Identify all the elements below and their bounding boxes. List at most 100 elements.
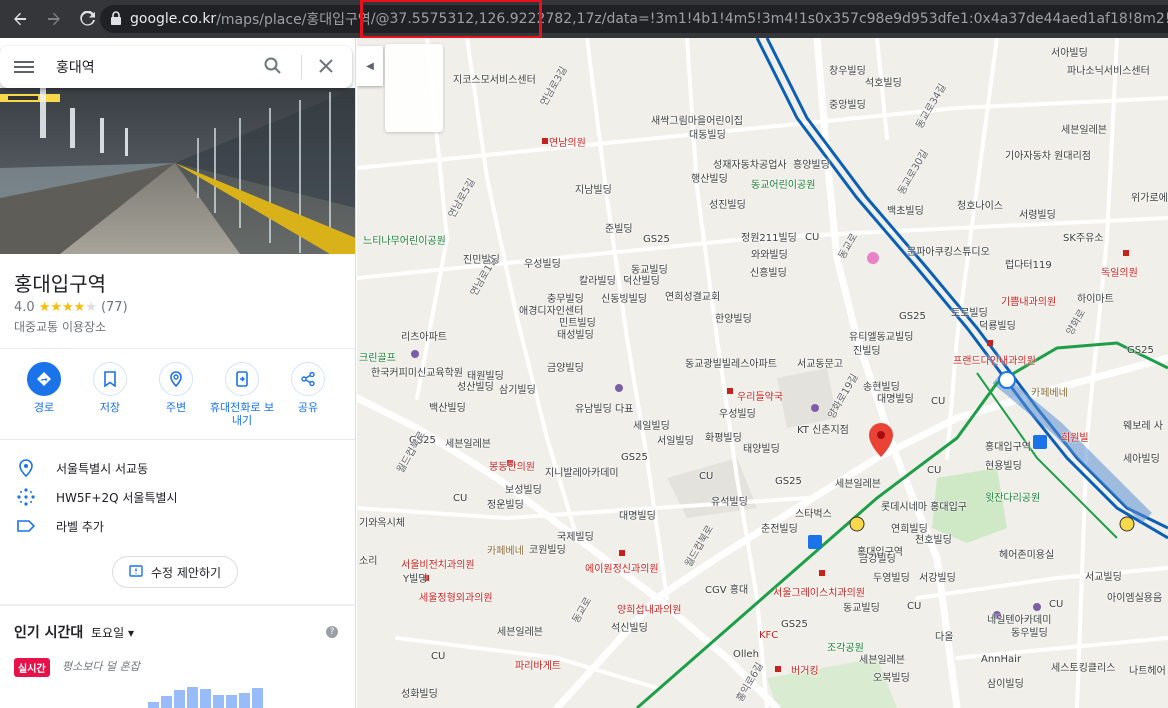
place-photo[interactable] bbox=[0, 88, 355, 254]
map-label[interactable]: 성산빌딩 bbox=[457, 378, 494, 393]
map-label[interactable]: 와와빌딩 bbox=[751, 246, 788, 261]
map-label[interactable]: 서일빌딩 bbox=[657, 432, 694, 447]
map-label[interactable]: CU bbox=[907, 601, 921, 612]
map-label[interactable]: 석신빌딩 bbox=[611, 619, 648, 634]
map-label[interactable]: 세아빌딩 bbox=[1123, 450, 1160, 465]
map-label[interactable]: 대명빌딩 bbox=[619, 507, 656, 522]
map-label[interactable]: AnnHair bbox=[981, 654, 1021, 665]
map-label[interactable]: 금강빌딩 bbox=[859, 550, 896, 565]
map-label[interactable]: 성진빌딩 bbox=[709, 196, 746, 211]
map-label[interactable]: 다올 bbox=[935, 628, 953, 643]
map-label[interactable]: 서울그레이스치과의원 bbox=[773, 584, 865, 599]
map-label[interactable]: 천호빌딩 bbox=[915, 531, 952, 546]
map-label[interactable]: 헤어존미용실 bbox=[999, 546, 1054, 561]
map-label[interactable]: 카페베네 bbox=[1031, 384, 1068, 399]
nearby-button[interactable]: 주변 bbox=[143, 362, 209, 427]
map-label[interactable]: 윗잔다리공원 bbox=[985, 489, 1040, 504]
map-label[interactable]: 유티엘동교빌딩 bbox=[849, 328, 913, 343]
map-label[interactable]: 성재자동차공업사 bbox=[713, 156, 787, 171]
map-label[interactable]: 세븐일레븐 bbox=[497, 623, 543, 638]
popular-times-bar[interactable] bbox=[226, 695, 237, 708]
map-label[interactable]: 홍대입구역 bbox=[985, 438, 1031, 453]
map-label[interactable]: 다표 bbox=[615, 400, 633, 415]
map-label[interactable]: CU bbox=[699, 471, 713, 482]
map-label[interactable]: 서아빌딩 bbox=[1051, 44, 1088, 59]
menu-icon[interactable] bbox=[14, 61, 34, 73]
day-selector[interactable]: 토요일 ▾ bbox=[91, 624, 134, 641]
map-label[interactable]: 희원빌 bbox=[1061, 429, 1089, 444]
forward-arrow-icon[interactable] bbox=[40, 5, 68, 33]
map-label[interactable]: 덕산빌딩 bbox=[623, 272, 660, 287]
address-bar[interactable]: google.co.kr/maps/place/홍대입구역/@37.557531… bbox=[100, 5, 1168, 33]
map-label[interactable]: CU bbox=[431, 651, 445, 662]
map-label[interactable]: 흥양빌딩 bbox=[793, 156, 830, 171]
map-label[interactable]: 에이원정신과의원 bbox=[585, 560, 659, 575]
pluscode-row[interactable]: HW5F+2Q 서울특별시 bbox=[0, 483, 355, 511]
map-label[interactable]: 두영빌딩 bbox=[873, 569, 910, 584]
map-label[interactable]: 동교빌딩 bbox=[843, 599, 880, 614]
map-label[interactable]: 독일의원 bbox=[1101, 264, 1138, 279]
map-label[interactable]: 준빌딩 bbox=[605, 220, 633, 235]
map-label[interactable]: 덕룡빌딩 bbox=[979, 317, 1016, 332]
map-label[interactable]: 백산빌딩 bbox=[429, 399, 466, 414]
save-button[interactable]: 저장 bbox=[77, 362, 143, 427]
map-label[interactable]: 금양빌딩 bbox=[547, 359, 584, 374]
map-label[interactable]: 하이마트 bbox=[1077, 290, 1114, 305]
map-label[interactable]: 유석빌딩 bbox=[711, 493, 748, 508]
map-label[interactable]: 위가로에 bbox=[1131, 189, 1168, 204]
map-label[interactable]: 연희성결교회 bbox=[665, 288, 720, 303]
send-to-phone-button[interactable]: 휴대전화로 보내기 bbox=[209, 362, 275, 427]
map-label[interactable]: GS25 bbox=[775, 476, 802, 487]
map-label[interactable]: 태성빌딩 bbox=[557, 326, 594, 341]
directions-button[interactable]: 경로 bbox=[11, 362, 77, 427]
popular-times-bar[interactable] bbox=[213, 695, 224, 708]
map-label[interactable]: 진빌딩 bbox=[853, 342, 881, 357]
map-label[interactable]: 신흥빌딩 bbox=[750, 264, 787, 279]
map-label[interactable]: 한양빌딩 bbox=[715, 310, 752, 325]
map-label[interactable]: 코원빌딩 bbox=[529, 541, 566, 556]
map-label[interactable]: 유남빌딩 bbox=[575, 400, 612, 415]
map-label[interactable]: 서교빌딩 bbox=[1085, 568, 1122, 583]
search-box[interactable]: 홍대역 bbox=[0, 46, 352, 88]
map-label[interactable]: 백초빌딩 bbox=[887, 202, 924, 217]
map-label[interactable]: CU bbox=[805, 232, 819, 243]
map-label[interactable]: 웨보레 사 bbox=[1123, 417, 1163, 432]
map-label[interactable]: 삼이빌딩 bbox=[987, 675, 1024, 690]
map-label[interactable]: 양희섭내과의원 bbox=[617, 601, 681, 616]
popular-times-bar[interactable] bbox=[148, 702, 159, 708]
map-label[interactable]: Y빌딩 bbox=[403, 570, 428, 585]
map-label[interactable]: 세븐일레븐 bbox=[859, 651, 905, 666]
map-label[interactable]: 서령빌딩 bbox=[1019, 206, 1056, 221]
map-label[interactable]: 스타벅스 bbox=[795, 505, 832, 520]
review-count[interactable]: (77) bbox=[101, 300, 128, 315]
address-row[interactable]: 서울특별시 서교동 bbox=[0, 454, 355, 482]
place-category[interactable]: 대중교통 이용장소 bbox=[14, 318, 106, 335]
map-label[interactable]: 대동빌딩 bbox=[689, 126, 726, 141]
map-label[interactable]: 화평빌딩 bbox=[705, 429, 742, 444]
map-label[interactable]: 오북빌딩 bbox=[873, 669, 910, 684]
map-label[interactable]: 성화빌딩 bbox=[401, 685, 438, 700]
map-label[interactable]: 파나소닉서비스센터 bbox=[1067, 62, 1150, 77]
reload-icon[interactable] bbox=[74, 5, 102, 33]
map-label[interactable]: 지코스모서비스센터 bbox=[453, 71, 536, 86]
map-label[interactable]: 서교동문고 bbox=[797, 355, 843, 370]
help-icon[interactable]: ? bbox=[326, 626, 338, 638]
search-icon[interactable] bbox=[263, 56, 285, 78]
map-layer-controls[interactable] bbox=[385, 44, 443, 132]
map-label[interactable]: 세스토킹클리스 bbox=[1051, 659, 1115, 674]
map-label[interactable]: CU bbox=[453, 493, 467, 504]
map-label[interactable]: 소리 bbox=[359, 552, 377, 567]
map-label[interactable]: 세븐일레븐 bbox=[835, 475, 881, 490]
map-label[interactable]: 한국커피미신교육학원 bbox=[371, 364, 463, 379]
map-label[interactable]: 리츠아파트 bbox=[401, 328, 447, 343]
map-label[interactable]: GS25 bbox=[781, 619, 808, 630]
map-label[interactable]: 아이엠실용음 bbox=[1107, 589, 1162, 604]
map-label[interactable]: GS25 bbox=[621, 452, 648, 463]
map-label[interactable]: 우성빌딩 bbox=[719, 405, 756, 420]
map-label[interactable]: 동교어린이공원 bbox=[751, 176, 815, 191]
map-label[interactable]: 기쁨내과의원 bbox=[1001, 293, 1056, 308]
map-label[interactable]: 세일빌딩 bbox=[633, 417, 670, 432]
map-label[interactable]: 나트헤어 bbox=[1129, 662, 1166, 677]
map-label[interactable]: 파리바게트 bbox=[515, 657, 561, 672]
map-label[interactable]: 청호나이스 bbox=[957, 197, 1003, 212]
